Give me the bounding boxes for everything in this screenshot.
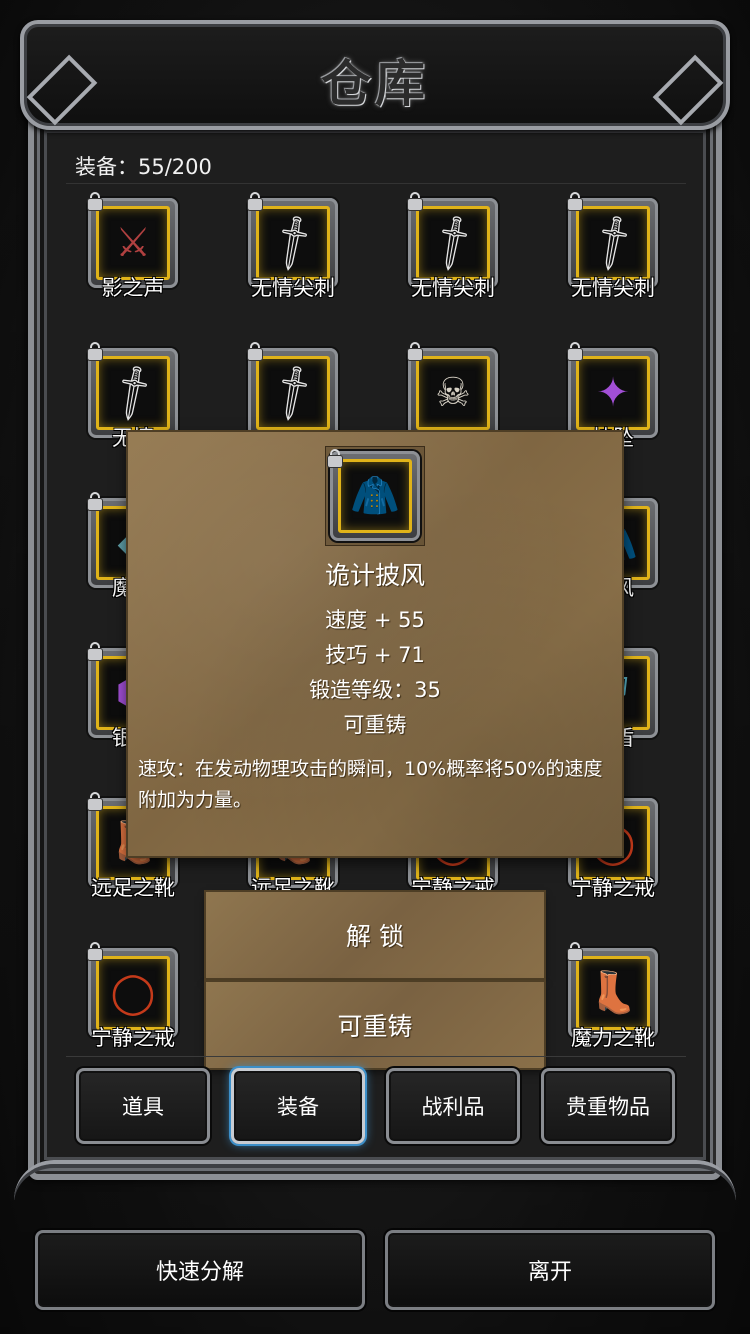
divider: [66, 183, 686, 184]
tab-loot[interactable]: 战利品: [386, 1068, 520, 1144]
page-title: 仓库: [321, 54, 429, 113]
item-cell[interactable]: 🗡 无情尖刺: [543, 192, 683, 342]
item-detail-popup: 🧥 诡计披风 速度 + 55 技巧 + 71 锻造等级：35 可重铸 速攻：在发…: [128, 432, 622, 856]
popup-stat-reforgeable: 可重铸: [343, 713, 407, 737]
item-cell[interactable]: ◯ 宁静之戒: [66, 942, 203, 1048]
item-slot-inner: 🗡: [256, 356, 330, 430]
popup-stat-skill: 技巧 + 71: [325, 643, 425, 667]
item-cell[interactable]: 👢 魔力之靴: [543, 942, 683, 1048]
lock-icon: [326, 449, 344, 467]
lock-icon: [566, 192, 584, 210]
item-label: 影之声: [101, 276, 165, 300]
lock-icon: [406, 342, 424, 360]
item-cell[interactable]: 🗡 无情尖刺: [383, 192, 523, 342]
item-label: 远足之靴: [91, 876, 175, 900]
item-slot-inner: 🗡: [96, 356, 170, 430]
item-label: 无情尖刺: [571, 276, 655, 300]
popup-item-slot: 🧥: [325, 446, 425, 546]
boots-icon: 👢: [588, 970, 638, 1016]
item-slot-inner: ✦: [576, 356, 650, 430]
item-label: 宁静之戒: [91, 1026, 175, 1048]
popup-stat-speed: 速度 + 55: [325, 608, 425, 632]
item-slot-inner: 🗡: [416, 206, 490, 280]
item-slot-inner: ☠: [416, 356, 490, 430]
item-slot-inner: 🧥: [338, 459, 412, 533]
popup-item-name: 诡计披风: [324, 561, 425, 590]
lock-icon: [566, 342, 584, 360]
unlock-button[interactable]: 解 锁: [206, 892, 544, 978]
item-slot-inner: ⚔: [96, 206, 170, 280]
lock-icon: [246, 342, 264, 360]
dagger-icon: 🗡: [99, 359, 167, 427]
item-label: 宁静之戒: [571, 876, 655, 900]
item-frame: 🗡: [248, 348, 338, 438]
lock-icon: [86, 942, 104, 960]
item-cell[interactable]: 🗡 无情尖刺: [223, 192, 363, 342]
tab-divider: [66, 1056, 686, 1057]
lock-icon: [86, 642, 104, 660]
lock-icon: [86, 192, 104, 210]
tab-valuables[interactable]: 贵重物品: [541, 1068, 675, 1144]
bottom-ornament: [14, 1160, 736, 1200]
lock-icon: [86, 342, 104, 360]
item-slot-inner: 👢: [576, 956, 650, 1030]
lock-icon: [566, 942, 584, 960]
dagger-icon: 🗡: [259, 359, 327, 427]
item-label: 魔力之靴: [571, 1026, 655, 1048]
popup-description: 速攻：在发动物理攻击的瞬间，10%概率将50%的速度附加为力量。: [138, 758, 603, 811]
skull-mask-icon: ☠: [435, 370, 471, 416]
item-slot-inner: 🗡: [576, 206, 650, 280]
lock-icon: [86, 792, 104, 810]
popup-stat-forge-level: 锻造等级：35: [309, 678, 441, 702]
quick-decompose-button[interactable]: 快速分解: [35, 1230, 365, 1310]
lock-icon: [406, 192, 424, 210]
dagger-icon: 🗡: [419, 209, 487, 277]
lock-icon: [86, 492, 104, 510]
dark-blade-icon: ⚔: [115, 220, 151, 266]
cloak-icon: 🧥: [350, 473, 400, 519]
tab-items[interactable]: 道具: [76, 1068, 210, 1144]
equipment-capacity: 装备：55/200: [75, 155, 212, 179]
item-slot-inner: 🗡: [256, 206, 330, 280]
leave-button[interactable]: 离开: [385, 1230, 715, 1310]
item-label: 无情尖刺: [411, 276, 495, 300]
dagger-icon: 🗡: [579, 209, 647, 277]
ring-icon: ◯: [110, 970, 156, 1016]
pendant-icon: ✦: [596, 370, 630, 416]
item-slot-inner: ◯: [96, 956, 170, 1030]
tab-equipment[interactable]: 装备: [231, 1068, 365, 1144]
item-label: 无情尖刺: [251, 276, 335, 300]
item-cell[interactable]: ⚔ 影之声: [66, 192, 203, 342]
lock-icon: [246, 192, 264, 210]
dagger-icon: 🗡: [259, 209, 327, 277]
item-frame: ☠: [408, 348, 498, 438]
